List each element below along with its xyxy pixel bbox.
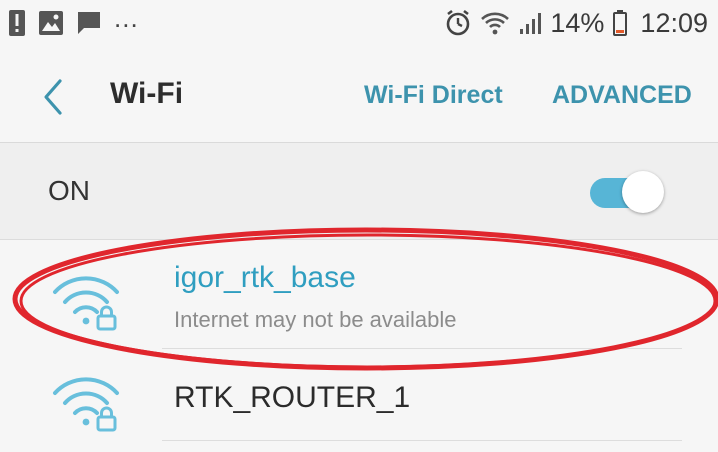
battery-icon — [613, 10, 628, 36]
message-icon — [78, 12, 100, 34]
network-name: igor_rtk_base — [174, 261, 356, 294]
app-bar: Wi-Fi Wi-Fi Direct ADVANCED — [0, 50, 718, 143]
notification-icons: ... — [8, 3, 139, 38]
network-name: RTK_ROUTER_1 — [174, 381, 411, 414]
wifi-status-icon — [481, 12, 510, 35]
alert-icon — [9, 10, 25, 36]
more-notifications: ... — [114, 2, 139, 33]
list-divider — [162, 440, 682, 441]
switch-knob — [622, 171, 664, 213]
wifi-toggle-row[interactable]: ON — [0, 143, 718, 240]
network-item-igor-rtk-base[interactable]: igor_rtk_base Internet may not be availa… — [0, 240, 718, 348]
network-list: igor_rtk_base Internet may not be availa… — [0, 240, 718, 452]
wifi-toggle-switch[interactable] — [590, 171, 664, 213]
system-status: 14% 12:09 — [444, 6, 708, 40]
image-icon — [39, 11, 63, 35]
clock: 12:09 — [640, 7, 708, 38]
status-bar: ... 14% 12:09 — [0, 0, 718, 50]
signal-icon — [520, 13, 542, 34]
wifi-direct-button[interactable]: Wi-Fi Direct — [364, 81, 503, 110]
wifi-lock-icon — [53, 377, 119, 432]
network-status: Internet may not be available — [174, 307, 457, 332]
battery-percentage: 14% — [550, 7, 605, 38]
advanced-button[interactable]: ADVANCED — [552, 81, 692, 110]
alarm-icon — [447, 9, 470, 36]
wifi-lock-icon — [53, 276, 119, 331]
network-item-rtk-router-1[interactable]: RTK_ROUTER_1 — [0, 348, 718, 452]
back-arrow-icon[interactable] — [34, 76, 74, 118]
toggle-label: ON — [48, 175, 90, 206]
page-title: Wi-Fi — [110, 77, 184, 110]
